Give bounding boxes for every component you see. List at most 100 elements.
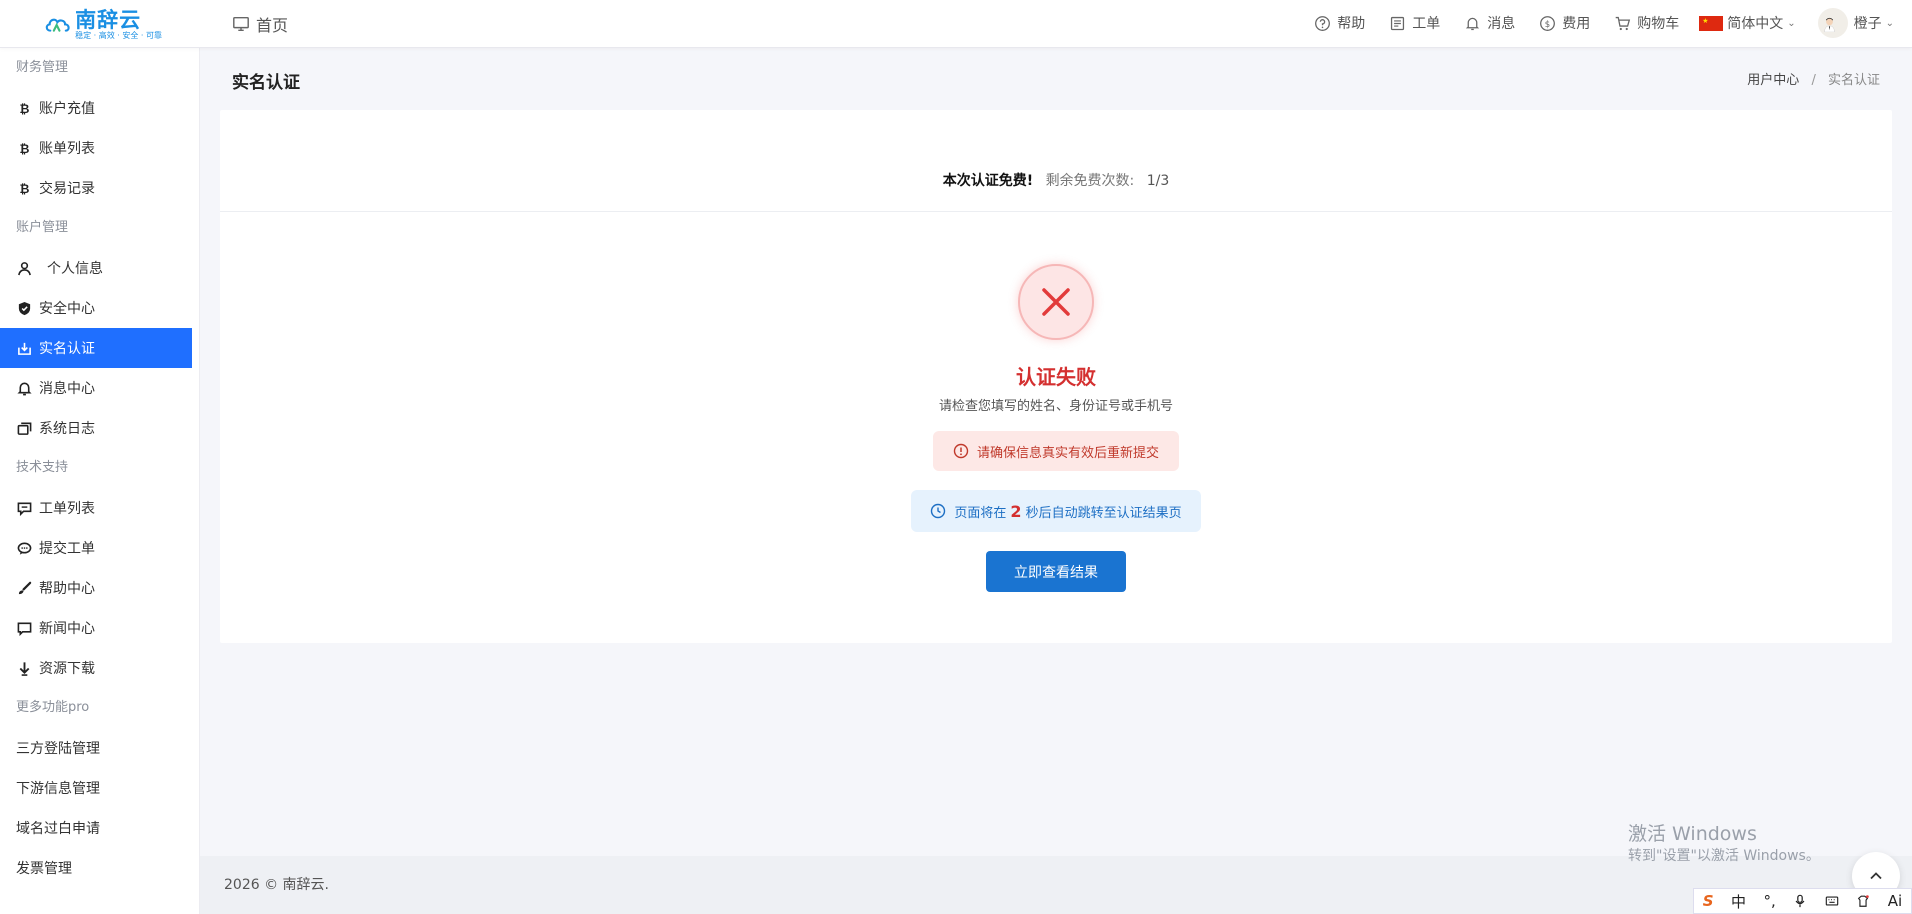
sidebar-item-label: 交易记录 xyxy=(39,181,95,197)
sidebar-item-profile[interactable]: 个人信息 xyxy=(0,248,192,288)
sidebar-item-downloads[interactable]: 资源下载 xyxy=(0,648,192,688)
sidebar: 财务管理 ₿ 账户充值 ₿ 账单列表 ₿ 交易记录 账户管理 个人信息 安全中心 xyxy=(0,48,200,914)
cart-icon xyxy=(1615,16,1631,30)
monitor-icon xyxy=(233,16,249,32)
svg-text:₿: ₿ xyxy=(19,142,29,156)
ai-icon[interactable]: Ai xyxy=(1888,892,1902,910)
sidebar-item-label: 资源下载 xyxy=(39,661,95,677)
comment-icon xyxy=(16,500,32,516)
sidebar-item-ticket-list[interactable]: 工单列表 xyxy=(0,488,192,528)
skin-icon[interactable] xyxy=(1856,894,1870,908)
chevron-down-icon: ⌄ xyxy=(1787,17,1796,29)
sidebar-item-system-log[interactable]: 系统日志 xyxy=(0,408,192,448)
sidebar-item-news[interactable]: 新闻中心 xyxy=(0,608,192,648)
windows-activation-watermark: 激活 Windows 转到"设置"以激活 Windows。 xyxy=(1628,822,1820,866)
breadcrumb: 用户中心 / 实名认证 xyxy=(1747,69,1880,88)
nav-ticket-label: 工单 xyxy=(1412,16,1441,32)
view-result-button[interactable]: 立即查看结果 xyxy=(986,551,1126,592)
ime-mode[interactable]: 中 xyxy=(1731,891,1746,912)
sidebar-item-transactions[interactable]: ₿ 交易记录 xyxy=(0,168,192,208)
breadcrumb-separator: / xyxy=(1811,73,1816,88)
redirect-prefix: 页面将在 xyxy=(954,505,1007,521)
sidebar-item-bills[interactable]: ₿ 账单列表 xyxy=(0,128,192,168)
download-icon xyxy=(16,660,32,676)
top-bar: 南辞云 稳定 · 高效 · 安全 · 可靠 首页 帮助 工单 消息 $ 费用 购… xyxy=(0,0,1912,48)
nav-help[interactable]: 帮助 xyxy=(1314,13,1365,33)
sidebar-item-recharge[interactable]: ₿ 账户充值 xyxy=(0,88,192,128)
brush-icon xyxy=(16,580,32,596)
bitcoin-icon: ₿ xyxy=(16,180,32,196)
redirect-suffix: 秒后自动跳转至认证结果页 xyxy=(1025,505,1182,521)
bitcoin-icon: ₿ xyxy=(16,100,32,116)
sidebar-item-label: 发票管理 xyxy=(16,861,72,877)
sidebar-item-security[interactable]: 安全中心 xyxy=(0,288,192,328)
nav-help-label: 帮助 xyxy=(1337,16,1366,32)
breadcrumb-user-center[interactable]: 用户中心 xyxy=(1747,73,1799,88)
user-icon xyxy=(16,260,32,276)
sidebar-group-account: 账户管理 xyxy=(16,220,69,235)
sidebar-item-label: 消息中心 xyxy=(39,381,95,397)
language-selector[interactable]: ★ 简体中文 ⌄ xyxy=(1699,13,1796,33)
alert-circle-icon xyxy=(953,443,969,459)
sidebar-item-label: 实名认证 xyxy=(39,341,95,357)
svg-text:₿: ₿ xyxy=(19,182,29,196)
nav-fees-label: 费用 xyxy=(1562,16,1591,32)
free-notice: 本次认证免费! 剩余免费次数: 1/3 xyxy=(220,170,1892,190)
punctuation-icon[interactable]: °, xyxy=(1764,892,1776,910)
nav-cart[interactable]: 购物车 xyxy=(1614,13,1679,33)
sidebar-item-third-party-login[interactable]: 三方登陆管理 xyxy=(0,728,192,768)
sogou-logo-icon[interactable]: S xyxy=(1703,892,1714,910)
sidebar-group-finance: 财务管理 xyxy=(16,60,69,75)
verification-card: 本次认证免费! 剩余免费次数: 1/3 认证失败 请检查您填写的姓名、身份证号或… xyxy=(220,110,1892,643)
chat-icon xyxy=(16,540,32,556)
ime-toolbar: S 中 °, Ai xyxy=(1693,888,1912,914)
sidebar-item-message-center[interactable]: 消息中心 xyxy=(0,368,192,408)
china-flag-icon: ★ xyxy=(1699,15,1724,31)
chevron-down-icon: ⌄ xyxy=(1885,17,1894,29)
keyboard-icon[interactable] xyxy=(1825,894,1839,908)
sidebar-item-help-center[interactable]: 帮助中心 xyxy=(0,568,192,608)
news-icon xyxy=(16,620,32,636)
sidebar-item-label: 个人信息 xyxy=(47,261,103,277)
remaining-label: 剩余免费次数: xyxy=(1045,173,1135,189)
watermark-line-1: 激活 Windows xyxy=(1628,823,1757,845)
site-logo[interactable]: 南辞云 稳定 · 高效 · 安全 · 可靠 xyxy=(44,6,162,44)
user-menu[interactable]: 橙子 ⌄ xyxy=(1817,8,1894,38)
cloud-logo-icon xyxy=(45,18,70,32)
bell-icon xyxy=(16,380,32,396)
microphone-icon[interactable] xyxy=(1793,894,1807,908)
id-verify-icon xyxy=(16,340,32,356)
sidebar-item-label: 账户充值 xyxy=(39,101,95,117)
logo-name: 南辞云 xyxy=(75,8,142,32)
nav-messages-label: 消息 xyxy=(1487,16,1516,32)
sidebar-item-domain-whitelist[interactable]: 域名过白申请 xyxy=(0,808,192,848)
sidebar-item-submit-ticket[interactable]: 提交工单 xyxy=(0,528,192,568)
card-divider xyxy=(220,211,1892,212)
sidebar-item-label: 三方登陆管理 xyxy=(16,741,100,757)
nav-cart-label: 购物车 xyxy=(1637,16,1680,32)
sidebar-item-label: 帮助中心 xyxy=(39,581,95,597)
sidebar-item-label: 工单列表 xyxy=(39,501,95,517)
language-label: 简体中文 xyxy=(1727,16,1784,32)
nav-ticket[interactable]: 工单 xyxy=(1389,13,1440,33)
sidebar-item-downstream-info[interactable]: 下游信息管理 xyxy=(0,768,192,808)
chevron-up-icon xyxy=(1870,872,1882,880)
nav-messages[interactable]: 消息 xyxy=(1464,13,1515,33)
sidebar-item-verification[interactable]: 实名认证 xyxy=(0,328,192,368)
home-link[interactable]: 首页 xyxy=(232,12,288,36)
clock-icon xyxy=(931,503,946,519)
sidebar-group-pro: 更多功能pro xyxy=(16,700,90,715)
svg-text:₿: ₿ xyxy=(19,102,29,116)
sidebar-item-label: 下游信息管理 xyxy=(16,781,100,797)
sidebar-item-invoices[interactable]: 发票管理 xyxy=(0,848,192,888)
redirect-notice: 页面将在 2 秒后自动跳转至认证结果页 xyxy=(911,490,1201,532)
fail-status-icon xyxy=(1018,264,1094,340)
nav-fees[interactable]: $ 费用 xyxy=(1539,13,1590,33)
warning-alert: 请确保信息真实有效后重新提交 xyxy=(933,431,1179,471)
page-title: 实名认证 xyxy=(232,73,300,93)
watermark-line-2: 转到"设置"以激活 Windows。 xyxy=(1628,848,1820,864)
bitcoin-icon: ₿ xyxy=(16,140,32,156)
redirect-seconds: 2 xyxy=(1010,501,1022,521)
sidebar-item-label: 账单列表 xyxy=(39,141,95,157)
dollar-icon: $ xyxy=(1540,15,1556,31)
